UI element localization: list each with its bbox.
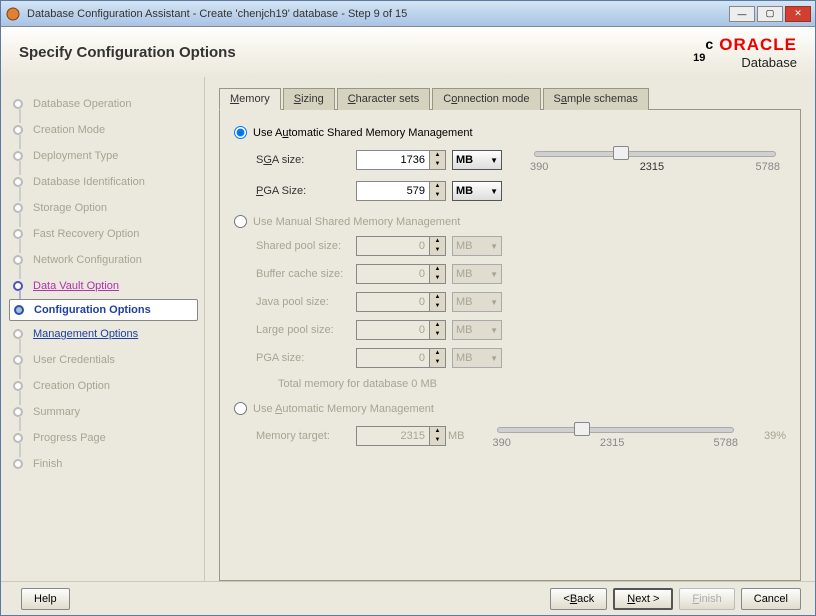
bottom-bar: Help < Back Next > Finish Cancel	[1, 581, 815, 615]
pga-spinner[interactable]: ▲▼	[356, 181, 446, 201]
step-data-vault[interactable]: Data Vault Option	[33, 280, 119, 292]
tab-character-sets[interactable]: Character sets	[337, 88, 431, 110]
next-button[interactable]: Next >	[613, 588, 673, 610]
memory-target-spinner: ▲▼	[356, 426, 446, 446]
close-button[interactable]: ✕	[785, 6, 811, 22]
memory-slider[interactable]	[534, 151, 776, 157]
step-progress: Progress Page	[33, 432, 106, 444]
maximize-button[interactable]: ▢	[757, 6, 783, 22]
memory-target-label: Memory target:	[256, 430, 356, 442]
shared-pool-spinner: ▲▼	[356, 236, 446, 256]
pga-unit-combo[interactable]: MB▼	[452, 181, 502, 201]
shared-pool-unit: MB▼	[452, 236, 502, 256]
radio-auto-shared[interactable]	[234, 126, 247, 139]
radio-manual-shared-label: Use Manual Shared Memory Management	[253, 216, 460, 228]
manual-pga-spinner: ▲▼	[356, 348, 446, 368]
step-configuration-options[interactable]: Configuration Options	[34, 304, 151, 316]
buffer-cache-spinner: ▲▼	[356, 264, 446, 284]
memory-percent: 39%	[764, 430, 786, 442]
tabs: Memory Sizing Character sets Connection …	[219, 87, 801, 109]
auto-memory-slider	[497, 427, 734, 433]
java-pool-spinner: ▲▼	[356, 292, 446, 312]
spinner-arrows-icon[interactable]: ▲▼	[429, 151, 445, 169]
manual-pga-label: PGA size:	[256, 352, 356, 364]
step-user-credentials: User Credentials	[33, 354, 115, 366]
sga-label: SGA size:	[256, 154, 356, 166]
app-icon	[5, 6, 21, 22]
minimize-button[interactable]: —	[729, 6, 755, 22]
cancel-button[interactable]: Cancel	[741, 588, 801, 610]
buffer-cache-label: Buffer cache size:	[256, 268, 356, 280]
titlebar: Database Configuration Assistant - Creat…	[1, 1, 815, 27]
step-management-options[interactable]: Management Options	[33, 328, 138, 340]
window-title: Database Configuration Assistant - Creat…	[27, 8, 729, 20]
page-title: Specify Configuration Options	[19, 44, 693, 61]
help-button[interactable]: Help	[21, 588, 70, 610]
oracle-logo: 19c ORACLE Database	[693, 35, 797, 70]
step-creation-option: Creation Option	[33, 380, 110, 392]
step-database-operation[interactable]: Database Operation	[33, 98, 131, 110]
header: Specify Configuration Options 19c ORACLE…	[1, 27, 815, 77]
step-creation-mode[interactable]: Creation Mode	[33, 124, 105, 136]
chevron-down-icon: ▼	[490, 156, 498, 165]
step-summary: Summary	[33, 406, 80, 418]
step-finish: Finish	[33, 458, 62, 470]
back-button[interactable]: < Back	[550, 588, 607, 610]
radio-auto-memory-label: Use Automatic Memory Management	[253, 403, 434, 415]
tab-memory[interactable]: Memory	[219, 88, 281, 110]
step-fast-recovery[interactable]: Fast Recovery Option	[33, 228, 139, 240]
radio-manual-shared[interactable]	[234, 215, 247, 228]
sga-spinner[interactable]: ▲▼	[356, 150, 446, 170]
finish-button: Finish	[679, 588, 734, 610]
slider-thumb-icon[interactable]	[613, 146, 629, 160]
panel-memory: Use Automatic Shared Memory Management S…	[219, 109, 801, 581]
step-storage-option[interactable]: Storage Option	[33, 202, 107, 214]
pga-label: PGA Size:	[256, 185, 356, 197]
sga-unit-combo[interactable]: MB▼	[452, 150, 502, 170]
step-network-config[interactable]: Network Configuration	[33, 254, 142, 266]
java-pool-label: Java pool size:	[256, 296, 356, 308]
radio-auto-memory[interactable]	[234, 402, 247, 415]
shared-pool-label: Shared pool size:	[256, 240, 356, 252]
step-database-identification[interactable]: Database Identification	[33, 176, 145, 188]
wizard-steps: Database Operation Creation Mode Deploym…	[1, 77, 205, 581]
step-deployment-type[interactable]: Deployment Type	[33, 150, 118, 162]
total-memory-text: Total memory for database 0 MB	[278, 378, 786, 390]
tab-connection-mode[interactable]: Connection mode	[432, 88, 540, 110]
large-pool-label: Large pool size:	[256, 324, 356, 336]
window: Database Configuration Assistant - Creat…	[0, 0, 816, 616]
tab-sizing[interactable]: Sizing	[283, 88, 335, 110]
radio-auto-shared-label: Use Automatic Shared Memory Management	[253, 127, 473, 139]
large-pool-spinner: ▲▼	[356, 320, 446, 340]
tab-sample-schemas[interactable]: Sample schemas	[543, 88, 649, 110]
